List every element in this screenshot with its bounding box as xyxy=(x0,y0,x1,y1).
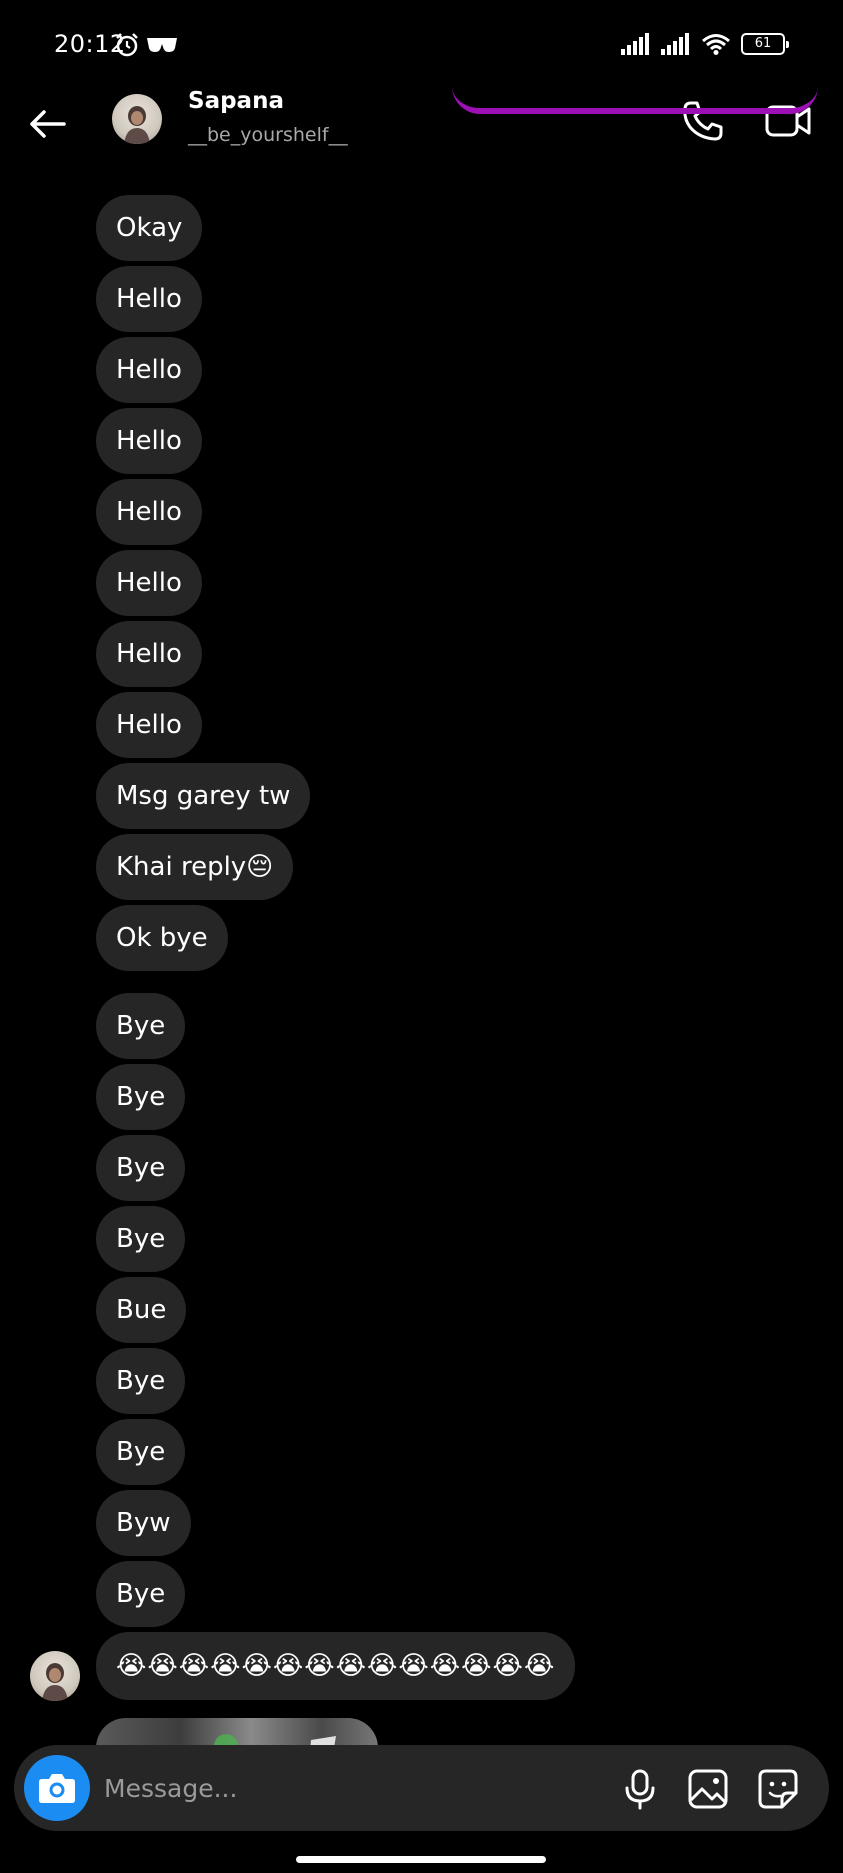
status-icons: 61 xyxy=(621,33,789,55)
message-bubble[interactable]: Msg garey tw xyxy=(96,763,311,829)
back-arrow-icon[interactable] xyxy=(24,100,72,148)
message-bubble[interactable]: Bye xyxy=(96,1206,186,1272)
camera-button[interactable] xyxy=(24,1755,90,1821)
message-bubble[interactable]: Hello xyxy=(96,266,202,332)
microphone-icon[interactable] xyxy=(618,1767,662,1811)
message-bubble[interactable]: Bye xyxy=(96,1064,186,1130)
glasses-icon xyxy=(147,38,177,52)
sender-avatar[interactable] xyxy=(30,1651,80,1701)
message-bubble[interactable]: Byw xyxy=(96,1490,191,1556)
outgoing-message-edge xyxy=(452,86,818,114)
message-bubble[interactable]: Hello xyxy=(96,337,202,403)
message-bubble[interactable]: Hello xyxy=(96,550,202,616)
message-bubble[interactable]: Bye xyxy=(96,1561,186,1627)
battery-icon: 61 xyxy=(741,33,789,55)
gallery-icon[interactable] xyxy=(686,1767,730,1811)
message-input[interactable] xyxy=(104,1768,504,1808)
signal-icon xyxy=(661,33,689,55)
message-bubble[interactable]: Hello xyxy=(96,408,202,474)
message-bubble[interactable]: Hello xyxy=(96,692,202,758)
message-bubble[interactable]: Bue xyxy=(96,1277,187,1343)
alarm-icon xyxy=(116,33,138,57)
message-bubble[interactable]: Bye xyxy=(96,1348,186,1414)
signal-icon xyxy=(621,33,649,55)
message-bubble[interactable]: Hello xyxy=(96,479,202,545)
message-bubble[interactable]: Bye xyxy=(96,993,186,1059)
message-bubble[interactable]: Bye xyxy=(96,1419,186,1485)
contact-name[interactable]: Sapana xyxy=(188,88,284,114)
camera-icon xyxy=(39,1774,75,1803)
contact-avatar[interactable] xyxy=(112,94,162,144)
message-bubble[interactable]: Ok bye xyxy=(96,905,228,971)
message-composer xyxy=(14,1745,829,1831)
message-bubble[interactable]: Hello xyxy=(96,621,202,687)
message-bubble[interactable]: 😭😭😭😭😭😭😭😭😭😭😭😭😭😭 xyxy=(96,1632,576,1700)
contact-username: __be_yourshelf__ xyxy=(188,124,348,146)
wifi-icon xyxy=(702,34,730,55)
sticker-icon[interactable] xyxy=(756,1767,800,1811)
message-bubble[interactable]: Okay xyxy=(96,195,203,261)
home-indicator[interactable] xyxy=(296,1856,546,1863)
message-bubble[interactable]: Khai reply😔 xyxy=(96,834,294,900)
status-bar: 20:12 61 xyxy=(0,0,843,90)
message-bubble[interactable]: Bye xyxy=(96,1135,186,1201)
